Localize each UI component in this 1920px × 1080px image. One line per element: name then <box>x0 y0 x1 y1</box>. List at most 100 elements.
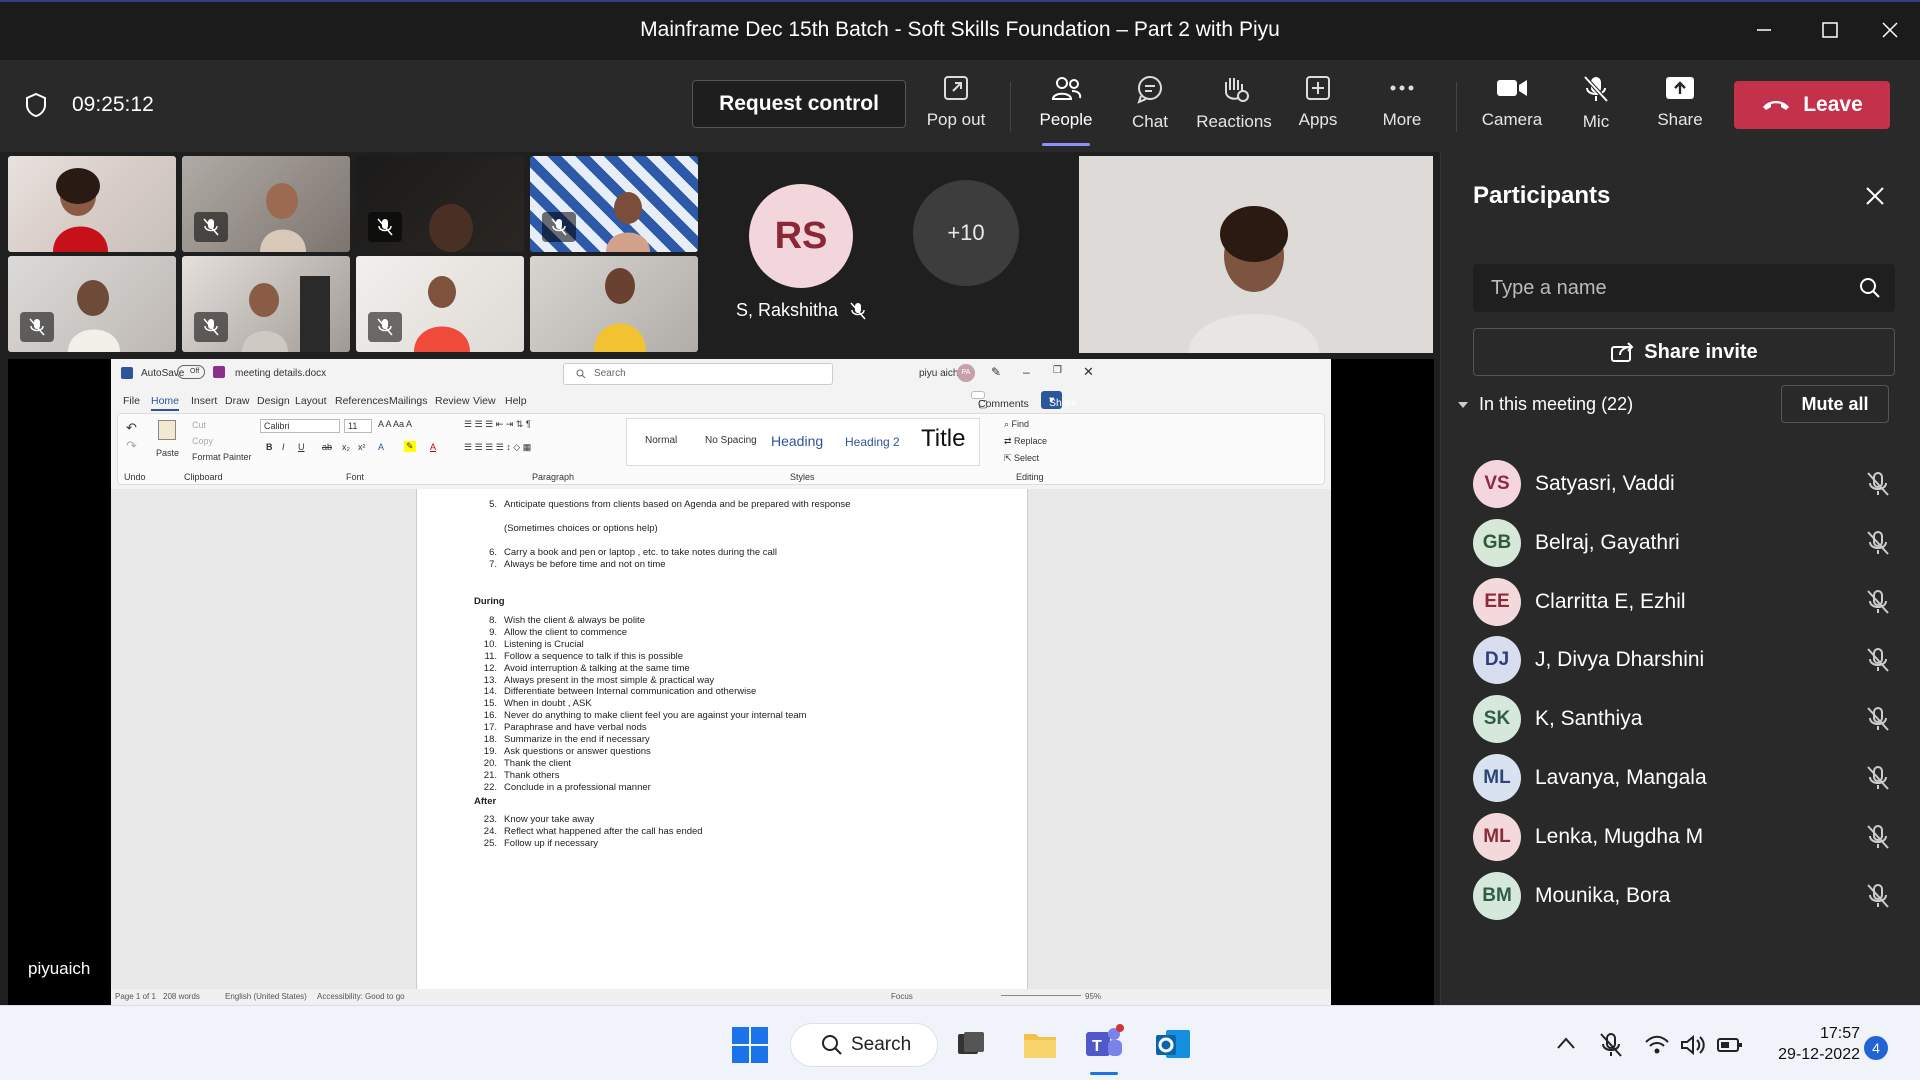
tab-insert[interactable]: Insert <box>191 395 217 407</box>
font-size-select[interactable]: 11 <box>344 419 372 433</box>
word-close-icon[interactable]: ✕ <box>1083 364 1094 380</box>
align-icons[interactable]: ☰ ☰ ☰ ☰ ↕ ◇ ▦ <box>464 442 531 453</box>
more-button[interactable]: More <box>1362 74 1442 144</box>
word-user-avatar[interactable]: PA <box>957 364 975 382</box>
find-button[interactable]: ⌕ Find <box>1004 419 1029 430</box>
superscript-button[interactable]: x² <box>358 442 366 452</box>
paste-icon[interactable] <box>158 420 176 440</box>
style-heading[interactable]: Heading <box>771 433 823 449</box>
document-page[interactable]: 5. Anticipate questions from clients base… <box>416 489 1028 989</box>
tab-references[interactable]: References <box>335 395 389 407</box>
teams-button[interactable]: T <box>1084 1024 1124 1067</box>
highlight-icon[interactable]: ✎ <box>404 441 416 452</box>
mic-off-icon[interactable] <box>1863 469 1893 499</box>
underline-button[interactable]: U <box>298 442 305 452</box>
system-clock[interactable]: 17:57 29-12-2022 <box>1762 1023 1860 1065</box>
document-filename[interactable]: meeting details.docx <box>235 368 326 379</box>
language-status[interactable]: English (United States) <box>225 992 307 1001</box>
leave-button[interactable]: Leave <box>1734 81 1890 129</box>
volume-icon[interactable] <box>1680 1034 1706 1061</box>
participant-row[interactable]: ML Lavanya, Mangala <box>1473 748 1893 808</box>
zoom-slider[interactable] <box>1001 995 1081 996</box>
camera-button[interactable]: Camera <box>1472 74 1552 144</box>
participant-row[interactable]: EE Clarritta E, Ezhil <box>1473 572 1893 632</box>
grow-font-icon[interactable]: A A Aa A <box>378 419 412 429</box>
mic-off-icon[interactable] <box>1863 587 1893 617</box>
accessibility-status[interactable]: Accessibility: Good to go <box>317 992 405 1001</box>
participant-row[interactable]: SK K, Santhiya <box>1473 689 1893 749</box>
mic-button[interactable]: Mic <box>1556 74 1636 144</box>
active-speaker-video[interactable] <box>1079 156 1433 353</box>
minimize-button[interactable] <box>1742 12 1786 48</box>
paste-label[interactable]: Paste <box>156 448 179 458</box>
tab-file[interactable]: File <box>123 395 140 407</box>
battery-icon[interactable] <box>1716 1036 1744 1059</box>
style-heading-2[interactable]: Heading 2 <box>845 435 900 449</box>
mic-off-icon[interactable] <box>1863 881 1893 911</box>
replace-button[interactable]: ⇄ Replace <box>1004 436 1047 447</box>
apps-button[interactable]: Apps <box>1278 74 1358 144</box>
word-restore-icon[interactable]: ❐ <box>1053 365 1062 376</box>
style-title[interactable]: Title <box>921 425 965 453</box>
mute-all-button[interactable]: Mute all <box>1781 385 1889 423</box>
tab-view[interactable]: View <box>473 395 496 407</box>
mic-off-icon[interactable] <box>1863 763 1893 793</box>
word-search-box[interactable]: Search <box>563 363 833 385</box>
taskbar-search[interactable]: Search <box>790 1023 938 1067</box>
style-normal[interactable]: Normal <box>645 435 677 446</box>
tab-layout[interactable]: Layout <box>295 395 327 407</box>
tab-draw[interactable]: Draw <box>225 395 250 407</box>
participant-search-input[interactable]: Type a name <box>1473 264 1895 312</box>
tab-mailings[interactable]: Mailings <box>389 395 428 407</box>
start-button[interactable] <box>732 1027 768 1068</box>
mic-muted-tray-icon[interactable] <box>1598 1032 1624 1063</box>
close-panel-button[interactable] <box>1865 186 1885 211</box>
mic-off-icon[interactable] <box>1863 704 1893 734</box>
save-icon[interactable] <box>213 366 225 378</box>
notification-badge[interactable]: 4 <box>1864 1036 1888 1060</box>
copy-button[interactable]: Copy <box>192 436 213 446</box>
participant-row[interactable]: BM Mounika, Bora <box>1473 866 1893 926</box>
chevron-up-icon[interactable] <box>1556 1036 1576 1055</box>
bold-button[interactable]: B <box>266 442 273 452</box>
outlook-button[interactable] <box>1154 1026 1192 1067</box>
participant-row[interactable]: ML Lenka, Mugdha M <box>1473 807 1893 867</box>
page-count[interactable]: Page 1 of 1 <box>115 992 156 1001</box>
tab-design[interactable]: Design <box>257 395 290 407</box>
participant-video[interactable] <box>530 256 698 352</box>
zoom-level[interactable]: 95% <box>1085 992 1101 1001</box>
participant-video[interactable] <box>8 156 176 252</box>
undo-icon[interactable]: ↶ <box>126 420 137 436</box>
tab-review[interactable]: Review <box>435 395 469 407</box>
tab-help[interactable]: Help <box>505 395 527 407</box>
task-view-button[interactable] <box>956 1030 986 1063</box>
select-button[interactable]: ⇱ Select <box>1004 453 1039 464</box>
in-meeting-section-toggle[interactable]: In this meeting (22) <box>1457 394 1633 415</box>
participant-row[interactable]: DJ J, Divya Dharshini <box>1473 630 1893 690</box>
participant-row[interactable]: VS Satyasri, Vaddi <box>1473 454 1893 514</box>
style-no-spacing[interactable]: No Spacing <box>705 435 757 446</box>
focus-button[interactable]: Focus <box>891 992 913 1001</box>
file-explorer-button[interactable] <box>1022 1028 1058 1065</box>
word-count[interactable]: 208 words <box>163 992 200 1001</box>
participant-video[interactable] <box>356 156 524 252</box>
wifi-icon[interactable] <box>1644 1034 1670 1061</box>
reactions-button[interactable]: Reactions <box>1194 74 1274 144</box>
mic-off-icon[interactable] <box>1863 822 1893 852</box>
word-minimize-icon[interactable]: – <box>1023 365 1030 379</box>
participant-video[interactable] <box>182 156 350 252</box>
close-window-button[interactable] <box>1868 12 1912 48</box>
redo-icon[interactable]: ↷ <box>126 438 137 454</box>
participant-avatar[interactable]: RS <box>749 184 853 288</box>
tab-home[interactable]: Home <box>151 395 180 411</box>
share-invite-button[interactable]: Share invite <box>1473 328 1895 376</box>
pen-icon[interactable]: ✎ <box>991 365 1001 379</box>
bullets-icon[interactable]: ☰ ☰ ☰ ⇤ ⇥ ⇅ ¶ <box>464 419 531 430</box>
participant-row[interactable]: GB Belraj, Gayathri <box>1473 513 1893 573</box>
word-share-button[interactable]: Share ▾ <box>1041 391 1077 409</box>
maximize-button[interactable] <box>1808 12 1852 48</box>
pop-out-button[interactable]: Pop out <box>916 74 996 144</box>
font-name-select[interactable]: Calibri <box>260 419 340 433</box>
participant-video[interactable] <box>356 256 524 352</box>
comments-button[interactable]: ▢ Comments <box>971 391 1029 410</box>
